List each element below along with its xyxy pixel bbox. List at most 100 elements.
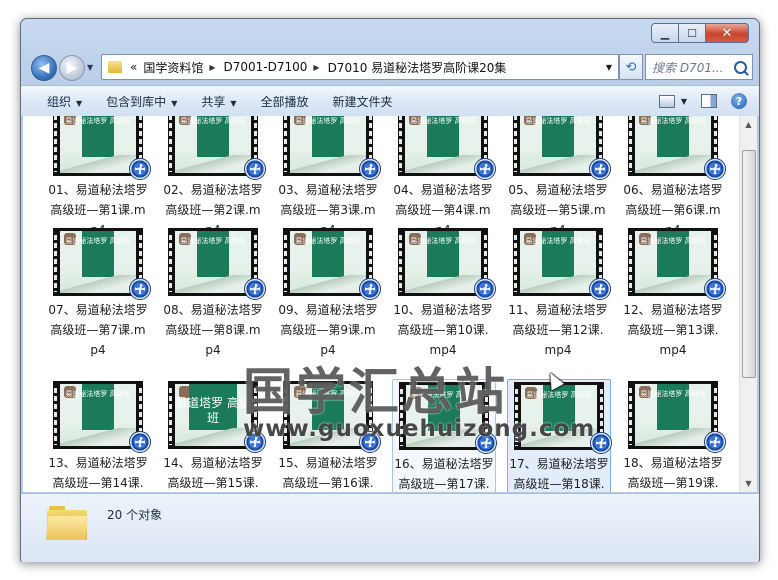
thumbnail-slide: 易道秘法塔罗 高级班 (635, 231, 711, 293)
folder-icon (45, 506, 89, 540)
scroll-down-icon[interactable]: ▼ (740, 475, 757, 492)
file-item[interactable]: 易道秘法塔罗 高级班 12、易道秘法塔罗高级班—第13课.mp4 (622, 226, 726, 378)
thumbnail-title: 易道秘法塔罗 高级班 (640, 117, 706, 125)
share-label: 共享 (201, 94, 226, 109)
thumbnail-slide: 易道秘法塔罗 高级班 (405, 231, 481, 293)
recent-pages-dropdown[interactable]: ▼ (87, 63, 93, 72)
thumbnail-title: 易道秘法塔罗 高级班 (410, 117, 476, 125)
landscape-decoration (290, 428, 366, 446)
folder-icon (108, 61, 122, 73)
landscape-decoration (60, 275, 136, 293)
refresh-icon: ⟲ (625, 59, 637, 75)
landscape-decoration (175, 155, 251, 173)
file-item[interactable]: 易道秘法塔罗 高级班 11、易道秘法塔罗高级班—第12课.mp4 (507, 226, 611, 378)
thumbnail-title: 易道秘法塔罗 高级班 (295, 237, 361, 245)
file-name: 16、易道秘法塔罗高级班—第17课.mp4 (394, 457, 494, 491)
file-name: 17、易道秘法塔罗高级班—第18课.mp4 (509, 457, 609, 491)
thumbnail-title: 易道秘法塔罗 高级班 (65, 117, 131, 125)
maximize-button[interactable]: ☐ (679, 23, 705, 43)
thumbnail-title: 易道秘法塔罗 高级班 (411, 391, 477, 399)
chevron-down-icon: ▼ (230, 98, 237, 108)
thumbnail-title: 易道秘法塔罗 高级班 (640, 390, 706, 398)
file-item[interactable]: 易道秘法塔罗 高级班 18、易道秘法塔罗高级班—第19课.mp4 (622, 379, 726, 492)
landscape-decoration (290, 155, 366, 173)
breadcrumb-separator-icon[interactable]: ▶ (313, 63, 319, 72)
organize-label: 组织 (47, 94, 72, 109)
file-name: 10、易道秘法塔罗高级班—第10课.mp4 (393, 303, 493, 357)
share-button[interactable]: 共享 ▼ (189, 93, 248, 110)
address-bar[interactable]: « 国学资料馆 ▶ D7001-D7100 ▶ D7010 易道秘法塔罗高阶课2… (101, 54, 619, 80)
file-item[interactable]: 易道塔罗 高级班 14、易道秘法塔罗高级班—第15课.mp4 (162, 379, 266, 492)
media-player-icon (129, 158, 151, 180)
landscape-decoration (405, 275, 481, 293)
file-name: 12、易道秘法塔罗高级班—第13课.mp4 (623, 303, 723, 357)
search-icon[interactable] (734, 60, 747, 74)
file-item[interactable]: 易道秘法塔罗 高级班 16、易道秘法塔罗高级班—第17课.mp4 (392, 379, 497, 492)
thumbnail-slide: 易道秘法塔罗 高级班 (635, 116, 711, 173)
thumbnail-slide: 易道秘法塔罗 高级班 (60, 384, 136, 446)
file-item[interactable]: 易道秘法塔罗 高级班 13、易道秘法塔罗高级班—第14课.mp4 (47, 379, 151, 492)
landscape-decoration (635, 155, 711, 173)
thumbnail-title: 易道秘法塔罗 高级班 (526, 391, 592, 399)
back-arrow-icon[interactable]: ◀ (31, 55, 57, 81)
landscape-decoration (406, 429, 482, 447)
search-input[interactable]: 搜索 D701... (645, 54, 753, 80)
forward-arrow-icon[interactable]: ▶ (59, 55, 85, 81)
file-name: 08、易道秘法塔罗高级班—第8课.mp4 (163, 303, 263, 357)
breadcrumb-item-3[interactable]: D7010 易道秘法塔罗高阶课20集 (328, 59, 507, 76)
file-name: 15、易道秘法塔罗高级班—第16课.mp4 (278, 456, 378, 490)
thumbnail-slide: 易道秘法塔罗 高级班 (60, 231, 136, 293)
search-placeholder: 搜索 D701... (652, 60, 724, 75)
chevron-down-icon: ▼ (171, 98, 178, 108)
file-item[interactable]: 易道秘法塔罗 高级班 07、易道秘法塔罗高级班—第7课.mp4 (47, 226, 151, 378)
vertical-scrollbar[interactable]: ▲ ▼ (739, 116, 757, 492)
media-player-icon (359, 431, 381, 453)
thumbnail-title: 易道秘法塔罗 高级班 (525, 117, 591, 125)
thumbnail-slide: 易道秘法塔罗 高级班 (521, 385, 597, 447)
scrollbar-thumb[interactable] (742, 150, 756, 378)
thumbnail-slide: 易道塔罗 高级班 (175, 384, 251, 446)
breadcrumb-overflow[interactable]: « (130, 60, 137, 74)
file-list-view[interactable]: 易道秘法塔罗 高级班01、易道秘法塔罗高级班—第1课.mp4易道秘法塔罗 高级班… (23, 116, 757, 492)
new-folder-button[interactable]: 新建文件夹 (321, 93, 405, 110)
landscape-decoration (175, 275, 251, 293)
thumbnail-slide: 易道秘法塔罗 高级班 (290, 116, 366, 173)
window-controls: ▁ ☐ ✕ (651, 23, 749, 43)
landscape-decoration (521, 429, 597, 447)
minimize-button[interactable]: ▁ (651, 23, 679, 43)
landscape-decoration (60, 155, 136, 173)
view-controls: ▼ ? (658, 93, 759, 109)
close-button[interactable]: ✕ (705, 23, 749, 43)
landscape-decoration (520, 275, 596, 293)
thumbnail-slide: 易道秘法塔罗 高级班 (405, 116, 481, 173)
file-item[interactable]: 易道秘法塔罗 高级班 10、易道秘法塔罗高级班—第10课.mp4 (392, 226, 496, 378)
file-item[interactable]: 易道秘法塔罗 高级班 17、易道秘法塔罗高级班—第18课.mp4 (507, 379, 612, 492)
file-item[interactable]: 易道秘法塔罗 高级班 15、易道秘法塔罗高级班—第16课.mp4 (277, 379, 381, 492)
breadcrumb-item-1[interactable]: 国学资料馆 (143, 59, 203, 76)
media-player-icon (244, 278, 266, 300)
thumbnail-title: 易道秘法塔罗 高级班 (640, 237, 706, 245)
help-icon[interactable]: ? (731, 93, 747, 109)
breadcrumb-separator-icon[interactable]: ▶ (209, 63, 215, 72)
address-dropdown-icon[interactable]: ▼ (606, 63, 612, 72)
play-all-button[interactable]: 全部播放 (249, 93, 321, 110)
preview-pane-icon[interactable] (701, 94, 717, 108)
scroll-up-icon[interactable]: ▲ (740, 116, 757, 133)
refresh-button[interactable]: ⟲ (619, 54, 643, 80)
thumbnail-slide: 易道秘法塔罗 高级班 (520, 231, 596, 293)
file-item[interactable]: 易道秘法塔罗 高级班 09、易道秘法塔罗高级班—第9课.mp4 (277, 226, 381, 378)
thumbnail-slide: 易道秘法塔罗 高级班 (520, 116, 596, 173)
organize-button[interactable]: 组织 ▼ (21, 93, 94, 110)
command-bar: 组织 ▼ 包含到库中 ▼ 共享 ▼ 全部播放 新建文件夹 ▼ ? (21, 85, 759, 117)
landscape-decoration (635, 275, 711, 293)
landscape-decoration (175, 428, 251, 446)
file-name: 18、易道秘法塔罗高级班—第19课.mp4 (623, 456, 723, 490)
file-name: 07、易道秘法塔罗高级班—第7课.mp4 (48, 303, 148, 357)
file-item[interactable]: 易道秘法塔罗 高级班 08、易道秘法塔罗高级班—第8课.mp4 (162, 226, 266, 378)
change-view-button[interactable]: ▼ (658, 94, 687, 108)
chevron-down-icon: ▼ (680, 96, 687, 106)
breadcrumb-item-2[interactable]: D7001-D7100 (224, 60, 308, 74)
file-name: 09、易道秘法塔罗高级班—第9课.mp4 (278, 303, 378, 357)
include-in-library-button[interactable]: 包含到库中 ▼ (94, 93, 189, 110)
landscape-decoration (290, 275, 366, 293)
